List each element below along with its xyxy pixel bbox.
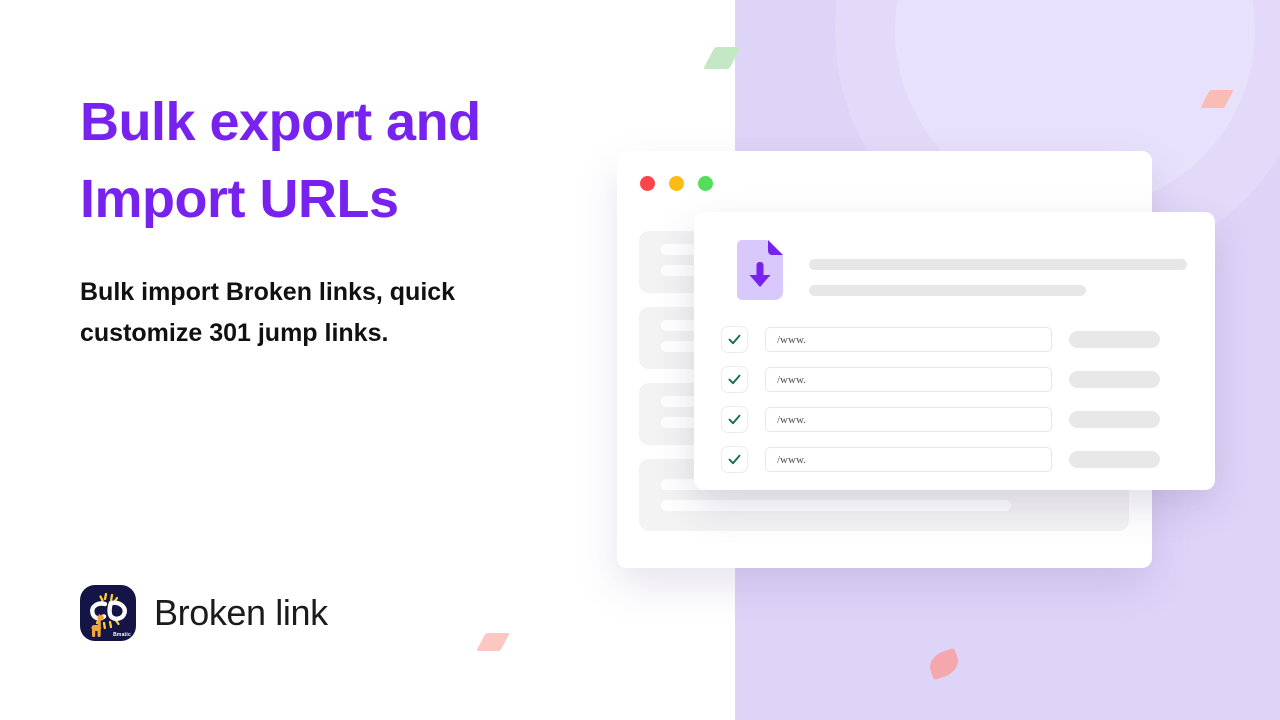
file-download-icon bbox=[737, 240, 783, 300]
row-action-placeholder bbox=[1069, 331, 1160, 348]
brand-mark-badge: Bmatic bbox=[113, 632, 131, 638]
url-row: /www. bbox=[721, 406, 1160, 433]
row-checkbox[interactable] bbox=[721, 326, 748, 353]
url-row-list: /www. /www. /www. /www. bbox=[721, 326, 1160, 473]
modal-header bbox=[737, 240, 1187, 300]
check-icon bbox=[728, 374, 741, 385]
page-title: Bulk export and Import URLs bbox=[80, 92, 481, 229]
row-checkbox[interactable] bbox=[721, 366, 748, 393]
row-checkbox[interactable] bbox=[721, 446, 748, 473]
green-rhombus-icon bbox=[703, 47, 741, 69]
row-action-placeholder bbox=[1069, 411, 1160, 428]
url-row: /www. bbox=[721, 366, 1160, 393]
pink-rhombus-top-icon bbox=[1200, 90, 1234, 108]
check-icon bbox=[728, 334, 741, 345]
url-input[interactable]: /www. bbox=[765, 327, 1052, 352]
placeholder-bar bbox=[809, 259, 1187, 270]
url-row: /www. bbox=[721, 326, 1160, 353]
promo-banner: Bulk export and Import URLs Bulk import … bbox=[0, 0, 1280, 720]
pink-rhombus-left-icon bbox=[476, 633, 510, 651]
modal-title-placeholder bbox=[809, 240, 1187, 296]
import-modal: /www. /www. /www. /www. bbox=[694, 212, 1215, 490]
brand-lockup: Bmatic Broken link bbox=[80, 585, 328, 641]
close-dot-icon[interactable] bbox=[640, 176, 655, 191]
row-action-placeholder bbox=[1069, 371, 1160, 388]
broken-chain-link-icon: Bmatic bbox=[80, 585, 136, 641]
minimize-dot-icon[interactable] bbox=[669, 176, 684, 191]
maximize-dot-icon[interactable] bbox=[698, 176, 713, 191]
url-input[interactable]: /www. bbox=[765, 367, 1052, 392]
url-input[interactable]: /www. bbox=[765, 407, 1052, 432]
check-icon bbox=[728, 454, 741, 465]
url-input[interactable]: /www. bbox=[765, 447, 1052, 472]
check-icon bbox=[728, 414, 741, 425]
row-checkbox[interactable] bbox=[721, 406, 748, 433]
url-row: /www. bbox=[721, 446, 1160, 473]
placeholder-bar bbox=[809, 285, 1086, 296]
brand-name: Broken link bbox=[154, 592, 328, 633]
row-action-placeholder bbox=[1069, 451, 1160, 468]
window-traffic-lights bbox=[640, 176, 713, 191]
page-subtitle: Bulk import Broken links, quick customiz… bbox=[80, 278, 456, 347]
